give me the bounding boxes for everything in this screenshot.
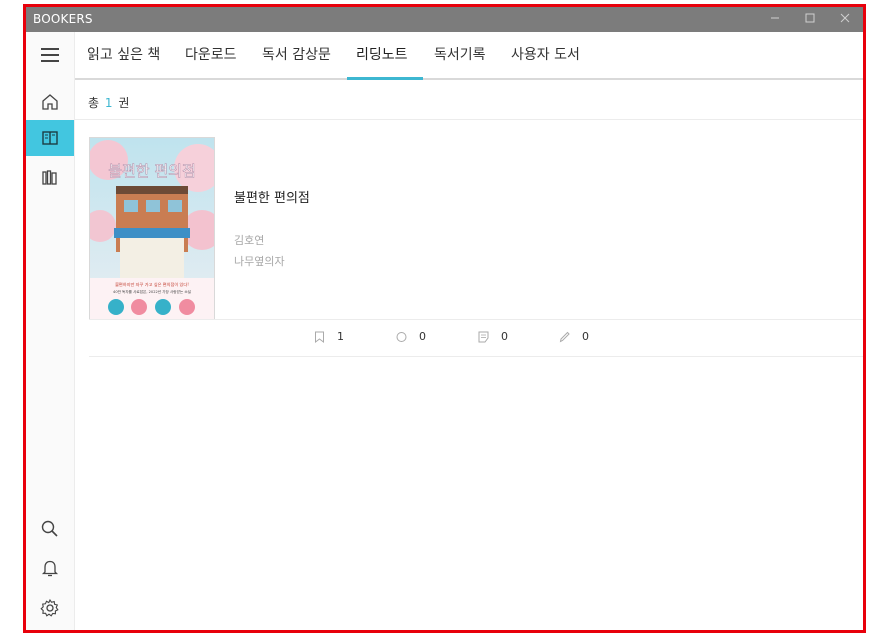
maximize-button[interactable]: [801, 10, 819, 28]
sidebar-item-bookshelf[interactable]: [26, 160, 74, 196]
app-window: BOOKERS 읽고 싶은 책 다운로드 독서 감상문 리딩노트 독서기록 사용…: [23, 4, 866, 633]
stat-notes[interactable]: 0: [559, 330, 589, 343]
book-author: 김호연: [234, 234, 265, 247]
divider: [75, 119, 863, 120]
divider: [89, 319, 863, 320]
memo-icon: [478, 331, 489, 342]
bookshelf-icon: [42, 170, 57, 185]
pencil-icon: [559, 331, 570, 342]
app-title: BOOKERS: [33, 12, 93, 26]
hamburger-icon: [41, 48, 59, 62]
stat-bookmarks[interactable]: 1: [314, 330, 344, 343]
active-tab-indicator: [347, 77, 423, 80]
close-icon: [840, 13, 850, 23]
sidebar-item-search[interactable]: [26, 511, 74, 547]
count-value: 1: [104, 96, 113, 110]
maximize-icon: [805, 13, 815, 23]
tab-wishlist[interactable]: 읽고 싶은 책: [87, 44, 160, 64]
menu-button[interactable]: [26, 37, 74, 73]
stat-highlights[interactable]: 0: [396, 330, 426, 343]
search-icon: [41, 520, 58, 537]
cover-tagline-1: 불편하지만 자꾸 가고 싶은 편의점이 있다!: [115, 281, 189, 288]
bookmark-icon: [315, 331, 324, 343]
circle-icon: [396, 331, 407, 342]
open-book-icon: [42, 131, 58, 145]
cover-title-art: 불편한 편의점: [108, 162, 196, 180]
book-title[interactable]: 불편한 편의점: [234, 187, 310, 206]
sidebar-item-home[interactable]: [26, 84, 74, 120]
sidebar-item-library[interactable]: [26, 120, 74, 156]
count-prefix: 총: [88, 96, 100, 110]
tab-book-reviews[interactable]: 독서 감상문: [262, 44, 331, 64]
minimize-button[interactable]: [766, 10, 784, 28]
tab-downloads[interactable]: 다운로드: [185, 44, 237, 64]
tab-bar: 읽고 싶은 책 다운로드 독서 감상문 리딩노트 독서기록 사용자 도서: [75, 32, 863, 80]
book-count: 총 1 권: [88, 94, 129, 111]
sidebar: [26, 32, 75, 630]
title-bar: BOOKERS: [26, 7, 863, 32]
stat-bookmarks-value: 1: [337, 330, 344, 343]
close-button[interactable]: [836, 10, 854, 28]
book-cover[interactable]: 불편한 편의점 불편하지만 자꾸 가고 싶은 편의점이 있다! 40만 독자를 …: [89, 137, 215, 320]
bell-icon: [41, 560, 59, 577]
stat-memos-value: 0: [501, 330, 508, 343]
tab-reading-notes[interactable]: 리딩노트: [356, 44, 408, 64]
sidebar-item-settings[interactable]: [26, 590, 74, 626]
gear-icon: [40, 598, 59, 617]
tab-user-books[interactable]: 사용자 도서: [511, 44, 580, 64]
minimize-icon: [771, 17, 779, 19]
stat-highlights-value: 0: [419, 330, 426, 343]
cover-tagline-2: 40만 독자를 사로잡은, 2022년 가장 사랑받는 소설: [113, 289, 191, 294]
book-cover-art: 불편한 편의점 불편하지만 자꾸 가고 싶은 편의점이 있다! 40만 독자를 …: [90, 138, 214, 319]
divider: [89, 356, 863, 357]
stat-notes-value: 0: [582, 330, 589, 343]
tab-reading-records[interactable]: 독서기록: [434, 44, 486, 64]
stat-memos[interactable]: 0: [478, 330, 508, 343]
book-publisher: 나무옆의자: [234, 255, 285, 268]
count-suffix: 권: [118, 96, 130, 110]
home-icon: [42, 94, 58, 110]
sidebar-item-notifications[interactable]: [26, 550, 74, 586]
